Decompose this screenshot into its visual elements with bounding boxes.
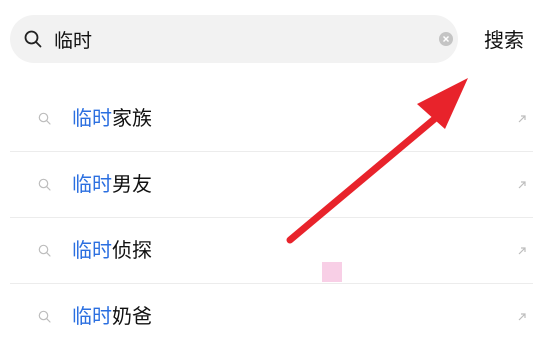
- suggestion-item[interactable]: 临时家族: [0, 86, 533, 152]
- search-button[interactable]: 搜索: [484, 24, 524, 54]
- suggestion-highlight: 临时: [72, 304, 112, 328]
- search-icon: [38, 310, 51, 323]
- suggestion-rest: 家族: [112, 106, 152, 130]
- search-bar[interactable]: [10, 15, 458, 63]
- suggestion-item[interactable]: 临时男友: [0, 152, 533, 218]
- arrow-up-left-icon[interactable]: [517, 114, 527, 124]
- suggestion-label: 临时奶爸: [72, 302, 152, 330]
- arrow-up-left-icon[interactable]: [517, 246, 527, 256]
- search-icon: [24, 30, 42, 48]
- decorative-square: [322, 262, 342, 282]
- suggestion-label: 临时家族: [72, 104, 152, 132]
- suggestion-label: 临时男友: [72, 170, 152, 198]
- arrow-up-left-icon[interactable]: [517, 180, 527, 190]
- search-input[interactable]: [54, 15, 434, 63]
- suggestion-item[interactable]: 临时奶爸: [0, 284, 533, 350]
- search-icon: [38, 178, 51, 191]
- overlay-gap: [296, 284, 372, 290]
- suggestion-item[interactable]: 临时侦探: [0, 218, 533, 284]
- suggestion-highlight: 临时: [72, 238, 112, 262]
- suggestion-label: 临时侦探: [72, 236, 152, 264]
- suggestion-highlight: 临时: [72, 172, 112, 196]
- suggestion-highlight: 临时: [72, 106, 112, 130]
- suggestion-rest: 男友: [112, 172, 152, 196]
- suggestion-rest: 奶爸: [112, 304, 152, 328]
- clear-icon[interactable]: [439, 32, 453, 46]
- arrow-up-left-icon[interactable]: [517, 312, 527, 322]
- search-icon: [38, 244, 51, 257]
- search-icon: [38, 112, 51, 125]
- suggestion-rest: 侦探: [112, 238, 152, 262]
